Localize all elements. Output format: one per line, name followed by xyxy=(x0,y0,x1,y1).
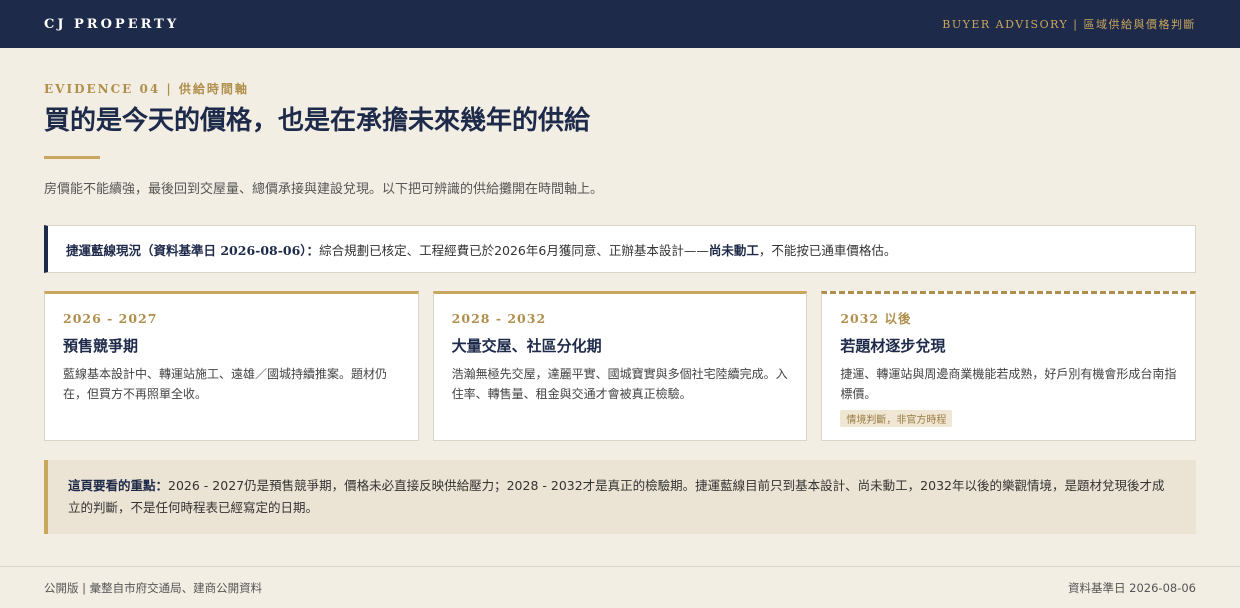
summary-lead: 這頁要看的重點： xyxy=(68,478,169,493)
callout-text-end: ，不能按已通車價格估。 xyxy=(758,242,897,258)
summary-text: 2026 - 2027仍是預售競爭期，價格未必直接反映供給壓力；2028 - 2… xyxy=(68,478,1165,515)
header-nav-label[interactable]: BUYER ADVISORY | 區域供給與價格判斷 xyxy=(942,16,1196,32)
card-body: 捷運、轉運站與周邊商業機能若成熟，好戶別有機會形成台南指標價。 xyxy=(840,367,1177,401)
card-period: 2032 以後 xyxy=(840,311,912,326)
card-title: 大量交屋、社區分化期 xyxy=(451,337,602,355)
top-bar: CJ PROPERTY BUYER ADVISORY | 區域供給與價格判斷 xyxy=(0,0,1240,48)
section-eyebrow: EVIDENCE 04 | 供給時間軸 xyxy=(44,82,249,96)
card-body: 藍線基本設計中、轉運站施工、遠雄／國城持續推案。題材仍在，但買方不再照單全收。 xyxy=(63,367,388,401)
callout-emphasis: 尚未動工 xyxy=(708,242,759,258)
page-title: 買的是今天的價格，也是在承擔未來幾年的供給 xyxy=(44,106,591,136)
intro-text: 房價能不能續強，最後回到交屋量、總價承接與建設兌現。以下把可辨識的供給攤開在時間… xyxy=(44,182,604,197)
title-divider xyxy=(44,156,100,159)
timeline-cards: 2026 - 2027 預售競爭期 藍線基本設計中、轉運站施工、遠雄／國城持續推… xyxy=(44,291,1197,441)
card-title: 預售競爭期 xyxy=(63,337,139,355)
footer-source: 公開版 | 彙整自市府交通局、建商公開資料 xyxy=(44,580,263,595)
page-footer: 公開版 | 彙整自市府交通局、建商公開資料 資料基準日 2026-08-06 xyxy=(0,566,1240,608)
scenario-tag: 情境判斷，非官方時程 xyxy=(840,410,953,427)
callout-text: 綜合規劃已核定、工程經費已於2026年6月獲同意、正辦基本設計—— xyxy=(319,242,709,258)
timeline-card: 2032 以後 若題材逐步兌現 捷運、轉運站與周邊商業機能若成熟，好戶別有機會形… xyxy=(821,291,1197,441)
footer-date: 資料基準日 2026-08-06 xyxy=(1068,580,1196,595)
status-callout: 捷運藍線現況（資料基準日 2026-08-06）： 綜合規劃已核定、工程經費已於… xyxy=(44,225,1196,273)
brand-logo[interactable]: CJ PROPERTY xyxy=(44,17,179,32)
timeline-card: 2028 - 2032 大量交屋、社區分化期 浩瀚無極先交屋，達麗平實、國城寶實… xyxy=(432,291,808,441)
card-period: 2026 - 2027 xyxy=(63,311,158,326)
card-title: 若題材逐步兌現 xyxy=(840,337,946,355)
card-period: 2028 - 2032 xyxy=(451,311,547,326)
callout-lead: 捷運藍線現況（資料基準日 2026-08-06）： xyxy=(66,242,320,258)
main-content: EVIDENCE 04 | 供給時間軸 買的是今天的價格，也是在承擔未來幾年的供… xyxy=(44,48,1197,534)
summary-box: 這頁要看的重點：2026 - 2027仍是預售競爭期，價格未必直接反映供給壓力；… xyxy=(44,460,1196,534)
timeline-card: 2026 - 2027 預售競爭期 藍線基本設計中、轉運站施工、遠雄／國城持續推… xyxy=(44,291,419,441)
card-body: 浩瀚無極先交屋，達麗平實、國城寶實與多個社宅陸續完成。入住率、轉售量、租金與交通… xyxy=(451,367,788,401)
